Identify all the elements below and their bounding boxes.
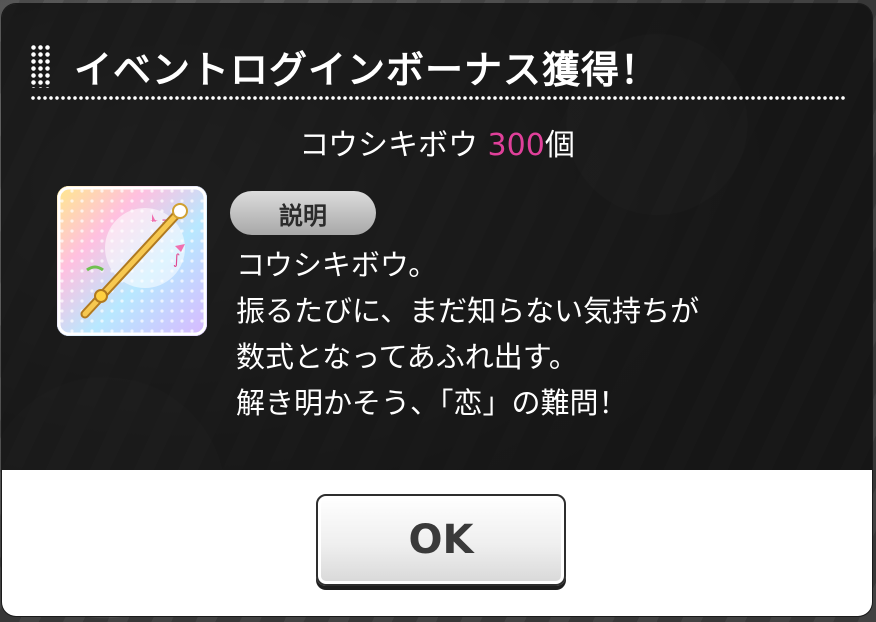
svg-text:∫: ∫ [173,252,180,268]
dialog-title: イベントログインボーナス獲得！ [74,47,660,92]
description-line: 数式となってあふれ出す。 [236,340,578,374]
reward-quantity: 300 [487,128,545,163]
description-line: 振るたびに、まだ知らない気持ちが [236,294,700,328]
game-screen: イベントログインボーナス獲得！ コウシキボウ 300個 ∫ 説明 コウシキボウ。… [0,0,876,622]
dotted-title-marker-icon [30,44,52,88]
description-badge: 説明 [230,191,376,235]
reward-item-name: コウシキボウ [299,128,478,163]
reward-summary: コウシキボウ 300個 [2,120,872,164]
reward-unit: 個 [544,128,575,163]
ok-button[interactable]: OK [316,494,566,586]
item-icon-art: ≠ ∫ [57,186,207,336]
item-description: コウシキボウ。 振るたびに、まだ知らない気持ちが 数式となってあふれ出す。 解き… [236,242,699,426]
magic-wand-icon: ≠ ∫ [57,186,207,336]
dialog-header: イベントログインボーナス獲得！ [30,38,659,94]
title-divider [30,96,846,100]
description-line: 解き明かそう、「恋」の難問！ [236,386,628,420]
description-line: コウシキボウ。 [236,248,438,282]
dialog-content-panel: イベントログインボーナス獲得！ コウシキボウ 300個 ∫ 説明 コウシキボウ。… [2,4,872,470]
